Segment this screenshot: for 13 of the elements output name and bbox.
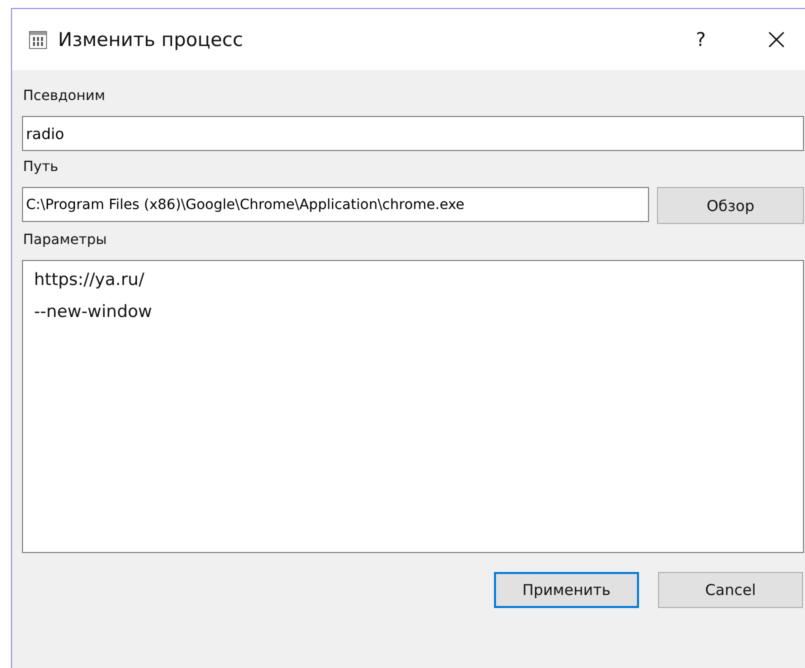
app-icon [28, 30, 48, 50]
browse-button[interactable]: Обзор [657, 187, 804, 224]
help-button[interactable]: ? [696, 28, 706, 50]
field-label: Псевдоним [23, 88, 106, 106]
text-area[interactable]: https://ya.ru/ --new-window [22, 260, 804, 553]
input-field[interactable]: radio [22, 116, 804, 151]
close-button[interactable]: × [764, 24, 789, 54]
input-field[interactable]: C:\Program Files (x86)\Google\Chrome\Application\chrome.exe [22, 187, 649, 222]
window-title: Изменить процесс [58, 28, 244, 50]
apply-button[interactable]: Применить [494, 572, 639, 608]
cancel-button[interactable]: Cancel [658, 572, 803, 608]
field-label: Путь [23, 159, 60, 177]
field-label: Параметры [23, 232, 108, 250]
